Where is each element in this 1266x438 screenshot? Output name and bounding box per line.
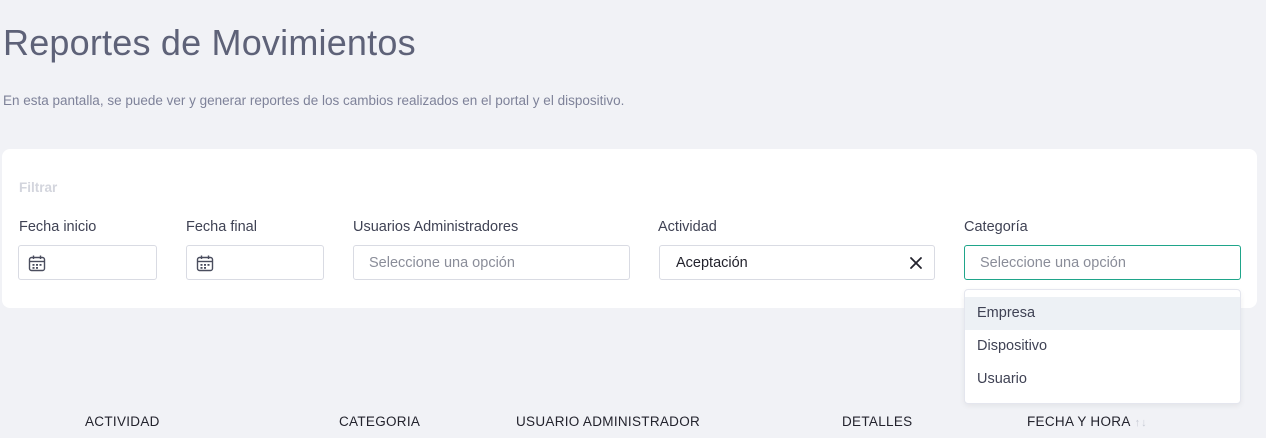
dropdown-option-usuario[interactable]: Usuario xyxy=(965,363,1240,396)
calendar-icon xyxy=(28,255,46,272)
actividad-label: Actividad xyxy=(658,219,717,235)
column-header-fecha-label: FECHA Y HORA xyxy=(1027,414,1131,429)
usuarios-placeholder: Seleccione una opción xyxy=(369,255,515,271)
column-header-actividad[interactable]: ACTIVIDAD xyxy=(85,414,160,429)
dropdown-option-empresa[interactable]: Empresa xyxy=(965,297,1240,330)
usuarios-select[interactable]: Seleccione una opción xyxy=(353,245,630,280)
column-header-categoria[interactable]: CATEGORIA xyxy=(339,414,420,429)
usuarios-label: Usuarios Administradores xyxy=(353,219,519,235)
column-header-fecha-y-hora[interactable]: FECHA Y HORA ↑↓ xyxy=(1027,414,1148,429)
filter-card: Filtrar Fecha inicio Fecha final Usuario… xyxy=(2,149,1257,308)
fecha-inicio-input[interactable] xyxy=(18,245,157,280)
categoria-dropdown: Empresa Dispositivo Usuario xyxy=(964,289,1241,404)
actividad-select[interactable]: Aceptación xyxy=(659,245,935,280)
fecha-final-input[interactable] xyxy=(186,245,324,280)
sort-arrows-icon[interactable]: ↑↓ xyxy=(1135,417,1148,429)
categoria-placeholder: Seleccione una opción xyxy=(980,255,1126,271)
categoria-select[interactable]: Seleccione una opción xyxy=(964,245,1241,280)
calendar-icon xyxy=(196,255,214,272)
fecha-final-label: Fecha final xyxy=(186,219,257,235)
actividad-value: Aceptación xyxy=(676,255,748,271)
filter-title: Filtrar xyxy=(19,180,58,195)
page-title: Reportes de Movimientos xyxy=(3,22,416,63)
column-header-detalles[interactable]: DETALLES xyxy=(842,414,912,429)
categoria-label: Categoría xyxy=(964,219,1028,235)
column-header-usuario-administrador[interactable]: USUARIO ADMINISTRADOR xyxy=(516,414,700,429)
dropdown-option-dispositivo[interactable]: Dispositivo xyxy=(965,330,1240,363)
page-description: En esta pantalla, se puede ver y generar… xyxy=(3,93,625,108)
fecha-inicio-label: Fecha inicio xyxy=(19,219,97,235)
close-icon[interactable] xyxy=(909,256,923,270)
